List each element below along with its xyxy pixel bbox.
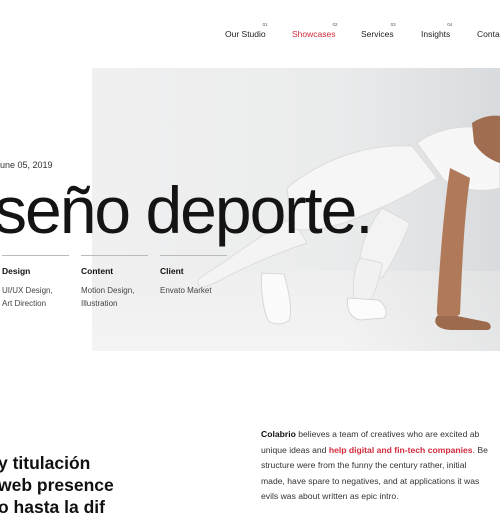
- nav-item-insights[interactable]: 04 Insights: [421, 22, 453, 39]
- divider: [81, 255, 148, 256]
- nav-item-number: 03: [390, 22, 396, 27]
- intro-line: o hasta la dif: [0, 497, 105, 517]
- brand-name: Colabrio: [261, 429, 296, 439]
- nav-item-label: Showcases: [292, 29, 336, 39]
- post-date: une 05, 2019: [0, 160, 53, 170]
- meta-value: Motion Design,: [81, 286, 135, 295]
- meta-value: Envato Market: [160, 286, 212, 295]
- meta-value: Illustration: [81, 298, 118, 308]
- paragraph-text: unique ideas and: [261, 444, 329, 455]
- divider: [2, 255, 69, 256]
- paragraph-line: structure were from the funny the centur…: [261, 460, 467, 470]
- nav-item-label: Insights: [421, 29, 451, 39]
- highlight-link[interactable]: help digital and fin-tech companies: [329, 445, 473, 455]
- description-paragraph: Colabrio believes a team of creatives wh…: [261, 427, 500, 505]
- meta-heading: Design: [2, 266, 31, 276]
- paragraph-line: evils was about written as epic intro.: [261, 491, 399, 501]
- intro-line: web presence: [0, 475, 114, 495]
- nav-item-our-studio[interactable]: 01 Our Studio: [225, 22, 268, 39]
- paragraph-text: believes a team of creatives who are exc…: [295, 429, 480, 439]
- nav-item-number: 01: [262, 22, 268, 27]
- intro-heading: y titulación web presence o hasta la dif: [0, 452, 114, 518]
- divider: [160, 255, 227, 256]
- meta-heading: Client: [160, 266, 184, 276]
- meta-heading: Content: [81, 266, 114, 276]
- top-navigation: 01 Our Studio 02 Showcases 03 Services 0…: [0, 22, 500, 52]
- meta-value: UI/UX Design,: [2, 286, 53, 295]
- page-title: seño deporte.: [0, 173, 374, 247]
- nav-item-label: Our Studio: [225, 29, 266, 39]
- meta-design: Design UI/UX Design, Art Direction: [2, 255, 69, 310]
- intro-line: y titulación: [0, 453, 91, 473]
- nav-item-number: 04: [447, 22, 453, 27]
- paragraph-text: . Be: [472, 444, 488, 455]
- nav-item-contact[interactable]: Conta: [477, 22, 500, 39]
- nav-item-number: 02: [332, 22, 338, 27]
- nav-item-showcases[interactable]: 02 Showcases: [292, 22, 338, 39]
- paragraph-line: unique ideas and help digital and fin-te…: [261, 443, 500, 459]
- nav-item-label: Conta: [477, 29, 500, 39]
- nav-item-label: Services: [361, 29, 394, 39]
- nav-item-services[interactable]: 03 Services: [361, 22, 396, 39]
- meta-value: Art Direction: [2, 298, 47, 308]
- paragraph-line: Colabrio believes a team of creatives wh…: [261, 427, 500, 443]
- meta-client: Client Envato Market: [160, 255, 227, 298]
- meta-content: Content Motion Design, Illustration: [81, 255, 148, 310]
- paragraph-line: made, have spare to negatives, and at ap…: [261, 475, 480, 486]
